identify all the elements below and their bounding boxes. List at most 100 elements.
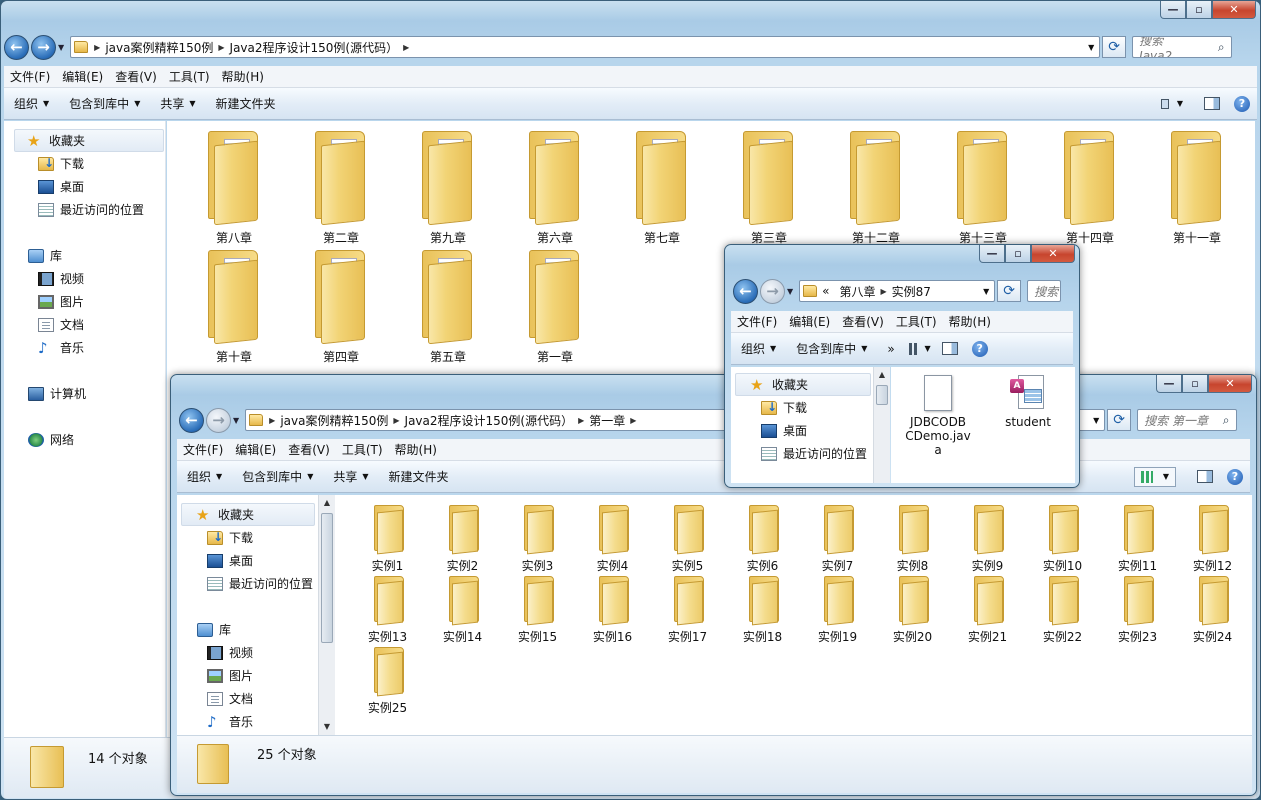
folder-item[interactable]: 第一章	[505, 248, 605, 365]
address-bar[interactable]: « 第八章 ▶ 实例87 ▼	[799, 280, 996, 302]
address-dropdown-icon[interactable]: ▼	[1083, 43, 1099, 52]
menu-view[interactable]: 查看(V)	[836, 313, 890, 330]
address-bar[interactable]: ▶ java案例精粹150例 ▶ Java2程序设计150例(源代码） ▶ ▼	[70, 36, 1101, 58]
file-item-student[interactable]: A student	[993, 375, 1063, 429]
breadcrumb-separator-icon[interactable]: ▶	[881, 287, 887, 296]
folder-item[interactable]: 第六章	[505, 129, 605, 246]
preview-pane-icon[interactable]	[1201, 94, 1223, 114]
folder-item[interactable]: 实例19	[800, 574, 875, 645]
nav-scrollbar[interactable]: ▲ ▼	[318, 495, 335, 735]
folder-item[interactable]: 实例18	[725, 574, 800, 645]
search-input[interactable]: 搜索	[1027, 280, 1062, 302]
help-icon[interactable]: ?	[969, 339, 991, 359]
scroll-up-icon[interactable]: ▲	[874, 367, 890, 383]
view-options-icon[interactable]: ▼	[908, 339, 931, 359]
folder-item[interactable]: 实例4	[575, 503, 650, 574]
folder-item[interactable]: 实例7	[800, 503, 875, 574]
view-options-icon[interactable]: ▼	[1134, 466, 1176, 487]
minimize-button[interactable]: —	[1160, 1, 1186, 19]
address-dropdown-icon[interactable]: ▼	[978, 287, 994, 296]
menu-help[interactable]: 帮助(H)	[389, 441, 443, 458]
breadcrumb-item[interactable]: Java2程序设计150例(源代码）	[230, 39, 399, 56]
nav-favorites[interactable]: ★ 收藏夹	[14, 129, 164, 152]
breadcrumb-separator-icon[interactable]: ▶	[630, 416, 636, 425]
folder-item[interactable]: 第八章	[184, 129, 284, 246]
folder-item[interactable]: 第十四章	[1040, 129, 1140, 246]
search-input[interactable]: 搜索 第一章 ⌕	[1137, 409, 1238, 431]
recent-pages-dropdown[interactable]: ▼	[233, 416, 239, 425]
include-in-library-button[interactable]: 包含到库中 ▼	[232, 468, 323, 485]
nav-favorites[interactable]: ★ 收藏夹	[181, 503, 315, 526]
organize-button[interactable]: 组织 ▼	[4, 95, 59, 112]
folder-item[interactable]: 第九章	[398, 129, 498, 246]
close-button[interactable]: ✕	[1212, 1, 1256, 19]
breadcrumb-separator-icon[interactable]: ▶	[218, 43, 224, 52]
folder-item[interactable]: 实例12	[1175, 503, 1250, 574]
new-folder-button[interactable]: 新建文件夹	[206, 95, 286, 112]
menu-tools[interactable]: 工具(T)	[163, 68, 216, 85]
nav-desktop[interactable]: 桌面	[735, 419, 877, 442]
more-commands-button[interactable]: »	[877, 342, 904, 356]
folder-item[interactable]: 第七章	[612, 129, 712, 246]
breadcrumb-separator-icon[interactable]: ▶	[393, 416, 399, 425]
folder-item[interactable]: 实例10	[1025, 503, 1100, 574]
breadcrumb-separator-icon[interactable]: ▶	[403, 43, 409, 52]
menu-tools[interactable]: 工具(T)	[890, 313, 943, 330]
nav-favorites[interactable]: ★ 收藏夹	[735, 373, 871, 396]
file-item-java[interactable]: JDBCODB CDemo.jav a	[903, 375, 973, 457]
breadcrumb-item[interactable]: 实例87	[892, 283, 931, 300]
maximize-button[interactable]: ▫	[1005, 245, 1031, 263]
back-button[interactable]: ←	[179, 407, 204, 433]
breadcrumb-item[interactable]: java案例精粹150例	[105, 39, 213, 56]
folder-item[interactable]: 实例16	[575, 574, 650, 645]
nav-documents[interactable]: 文档	[181, 687, 337, 710]
folder-item[interactable]: 实例21	[950, 574, 1025, 645]
refresh-button[interactable]: ⟳	[1107, 409, 1132, 431]
menu-edit[interactable]: 编辑(E)	[229, 441, 282, 458]
search-input[interactable]: 搜索 Java2... ⌕	[1132, 36, 1233, 58]
scrollbar-thumb[interactable]	[321, 513, 333, 643]
nav-pictures[interactable]: 图片	[14, 290, 165, 313]
help-icon[interactable]: ?	[1231, 94, 1253, 114]
nav-desktop[interactable]: 桌面	[14, 175, 165, 198]
folder-item[interactable]: 第四章	[291, 248, 391, 365]
breadcrumb-separator-icon[interactable]: ▶	[269, 416, 275, 425]
scrollbar-thumb[interactable]	[876, 385, 888, 405]
help-icon[interactable]: ?	[1224, 467, 1246, 487]
breadcrumb-item[interactable]: java案例精粹150例	[280, 412, 388, 429]
nav-network[interactable]: 网络	[14, 428, 165, 451]
new-folder-button[interactable]: 新建文件夹	[379, 468, 459, 485]
menu-edit[interactable]: 编辑(E)	[56, 68, 109, 85]
nav-recent[interactable]: 最近访问的位置	[14, 198, 165, 221]
maximize-button[interactable]: ▫	[1186, 1, 1212, 19]
forward-button[interactable]: →	[760, 278, 785, 304]
breadcrumb-item[interactable]: 第八章	[840, 283, 876, 300]
search-icon[interactable]: ⌕	[1211, 40, 1231, 55]
menu-file[interactable]: 文件(F)	[177, 441, 229, 458]
folder-item[interactable]: 实例15	[500, 574, 575, 645]
menu-help[interactable]: 帮助(H)	[216, 68, 270, 85]
folder-item[interactable]: 实例25	[350, 645, 425, 716]
search-icon[interactable]: ⌕	[1216, 413, 1236, 428]
refresh-button[interactable]: ⟳	[1102, 36, 1127, 58]
menu-file[interactable]: 文件(F)	[4, 68, 56, 85]
breadcrumb-separator-icon[interactable]: ▶	[578, 416, 584, 425]
folder-item[interactable]: 实例23	[1100, 574, 1175, 645]
nav-recent[interactable]: 最近访问的位置	[735, 442, 877, 465]
address-dropdown-icon[interactable]: ▼	[1088, 416, 1104, 425]
preview-pane-icon[interactable]	[1194, 467, 1216, 487]
nav-recent[interactable]: 最近访问的位置	[181, 572, 337, 595]
nav-documents[interactable]: 文档	[14, 313, 165, 336]
refresh-button[interactable]: ⟳	[997, 280, 1022, 302]
forward-button[interactable]: →	[31, 34, 56, 60]
breadcrumb-item[interactable]: Java2程序设计150例(源代码）	[405, 412, 574, 429]
folder-item[interactable]: 实例2	[425, 503, 500, 574]
maximize-button[interactable]: ▫	[1182, 375, 1208, 393]
nav-downloads[interactable]: 下载	[735, 396, 877, 419]
folder-item[interactable]: 第二章	[291, 129, 391, 246]
nav-computer[interactable]: 计算机	[14, 382, 165, 405]
folder-item[interactable]: 实例22	[1025, 574, 1100, 645]
menu-file[interactable]: 文件(F)	[731, 313, 783, 330]
menu-edit[interactable]: 编辑(E)	[783, 313, 836, 330]
folder-item[interactable]: 第十三章	[933, 129, 1033, 246]
